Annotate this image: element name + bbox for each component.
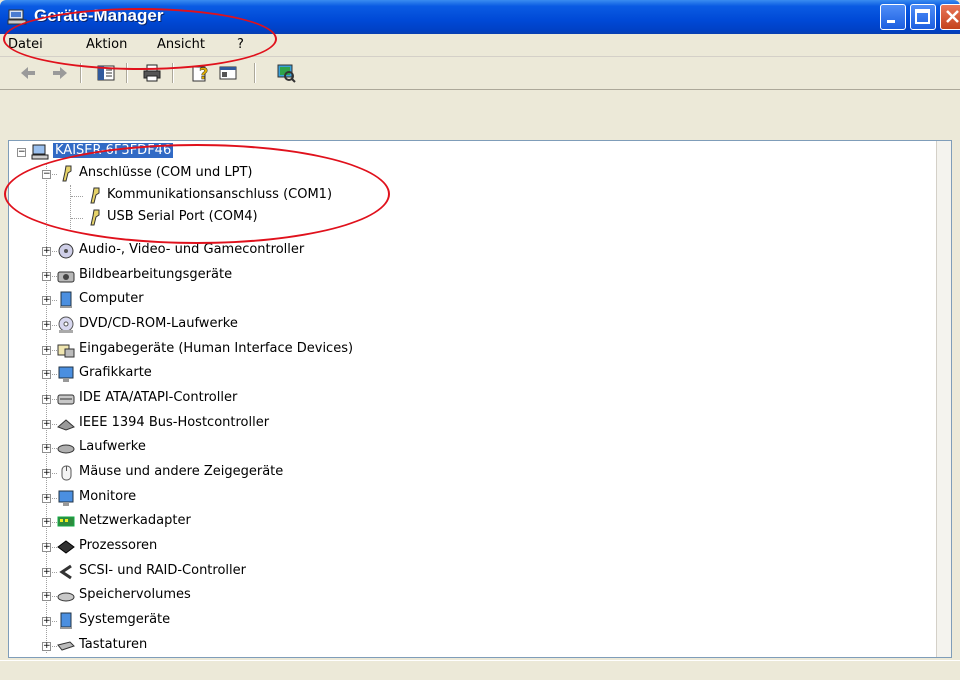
network-adapter-icon [57, 516, 75, 527]
expand-toggle[interactable]: + [42, 617, 51, 626]
toolbar-separator [126, 63, 128, 83]
expand-toggle[interactable]: + [42, 420, 51, 429]
scsi-icon [59, 564, 72, 580]
expand-toggle[interactable]: + [42, 272, 51, 281]
tree-category-label: Speichervolumes [79, 587, 191, 602]
menu-bar: Datei Aktion Ansicht ? [0, 34, 960, 57]
forward-arrow-icon[interactable] [50, 63, 70, 83]
back-arrow-icon[interactable] [18, 63, 38, 83]
collapse-toggle[interactable]: − [42, 170, 51, 179]
expand-toggle[interactable]: + [42, 469, 51, 478]
tree-category-label: Monitore [79, 489, 137, 504]
mouse-icon [61, 465, 72, 481]
expand-toggle[interactable]: + [42, 494, 51, 503]
maximize-icon [915, 9, 930, 24]
processor-icon [57, 540, 75, 554]
view-icon[interactable] [218, 63, 238, 83]
tree-category-label: IDE ATA/ATAPI-Controller [79, 390, 238, 405]
tree-category-label: Laufwerke [79, 439, 146, 454]
menu-datei[interactable]: Datei [8, 37, 43, 52]
tree-guide-line [46, 163, 47, 653]
expand-toggle[interactable]: + [42, 395, 51, 404]
toolbar-separator [172, 63, 174, 83]
collapse-toggle[interactable]: − [17, 148, 26, 157]
tree-category-label: Netzwerkadapter [79, 513, 191, 528]
storage-volume-icon [57, 592, 75, 602]
tree-category-label: SCSI- und RAID-Controller [79, 563, 246, 578]
ide-controller-icon [57, 394, 75, 405]
tree-root-label: KAISER-6F3FDF46 [53, 143, 174, 158]
toolbar-separator [254, 63, 256, 83]
keyboard-icon [57, 641, 75, 651]
expand-toggle[interactable]: + [42, 346, 51, 355]
computer-icon [31, 144, 49, 160]
maximize-button[interactable] [910, 4, 936, 30]
drive-icon [57, 444, 75, 454]
device-tree[interactable]: − KAISER-6F3FDF46 − Anschlüsse (COM und … [8, 140, 952, 658]
tree-device-label: USB Serial Port (COM4) [107, 209, 258, 224]
minimize-icon [887, 20, 895, 23]
tree-guide-line [71, 196, 83, 197]
hardware-scan-icon[interactable] [276, 63, 296, 83]
tree-guide-line [71, 218, 83, 219]
close-icon [946, 10, 959, 23]
status-bar [0, 660, 960, 680]
print-icon[interactable] [142, 63, 162, 83]
menu-help[interactable]: ? [237, 37, 244, 52]
expand-toggle[interactable]: + [42, 568, 51, 577]
dvd-icon [58, 316, 74, 333]
close-button[interactable] [940, 4, 960, 30]
tree-category-label: Grafikkarte [79, 365, 152, 380]
tree-category-label: DVD/CD-ROM-Laufwerke [79, 316, 238, 331]
port-plug-icon [90, 187, 100, 204]
expand-toggle[interactable]: + [42, 370, 51, 379]
display-adapter-icon [58, 366, 74, 382]
vertical-scrollbar[interactable] [936, 141, 951, 657]
expand-toggle[interactable]: + [42, 592, 51, 601]
expand-toggle[interactable]: + [42, 543, 51, 552]
menu-aktion[interactable]: Aktion [86, 37, 127, 52]
tree-guide-line [70, 185, 71, 229]
menu-ansicht[interactable]: Ansicht [157, 37, 205, 52]
tree-category-label: Bildbearbeitungsgeräte [79, 267, 233, 282]
help-icon[interactable]: ? [190, 63, 210, 83]
expand-toggle[interactable]: + [42, 247, 51, 256]
expand-toggle[interactable]: + [42, 518, 51, 527]
tree-category-label: Systemgeräte [79, 612, 171, 627]
tree-category-label: Tastaturen [79, 637, 148, 652]
monitor-icon [58, 490, 74, 506]
console-tree-icon[interactable] [96, 63, 116, 83]
window-title: Geräte-Manager [34, 6, 164, 25]
camera-icon [57, 271, 75, 283]
expand-toggle[interactable]: + [42, 642, 51, 651]
hid-icon [57, 344, 75, 358]
expand-toggle[interactable]: + [42, 444, 51, 453]
toolbar-separator [80, 63, 82, 83]
minimize-button[interactable] [880, 4, 906, 30]
tree-category-label: Computer [79, 291, 144, 306]
tree-category-label: Eingabegeräte (Human Interface Devices) [79, 341, 354, 356]
tree-category-label: Prozessoren [79, 538, 158, 553]
tree-category-label: Mäuse und andere Zeigegeräte [79, 464, 284, 479]
toolbar: ? [0, 57, 960, 90]
expand-toggle[interactable]: + [42, 296, 51, 305]
audio-icon [58, 243, 74, 259]
port-plug-icon [90, 209, 100, 226]
expand-toggle[interactable]: + [42, 321, 51, 330]
computer-icon [60, 291, 72, 308]
port-plug-icon [62, 165, 72, 182]
device-manager-icon [7, 9, 27, 25]
tree-category-label: IEEE 1394 Bus-Hostcontroller [79, 415, 270, 430]
system-device-icon [60, 612, 72, 629]
tree-device-label: Kommunikationsanschluss (COM1) [107, 187, 333, 202]
svg-text:?: ? [199, 64, 208, 83]
title-bar[interactable]: Geräte-Manager [0, 0, 960, 34]
firewire-icon [57, 419, 75, 431]
tree-category-label: Anschlüsse (COM und LPT) [79, 165, 253, 180]
tree-category-label: Audio-, Video- und Gamecontroller [79, 242, 305, 257]
